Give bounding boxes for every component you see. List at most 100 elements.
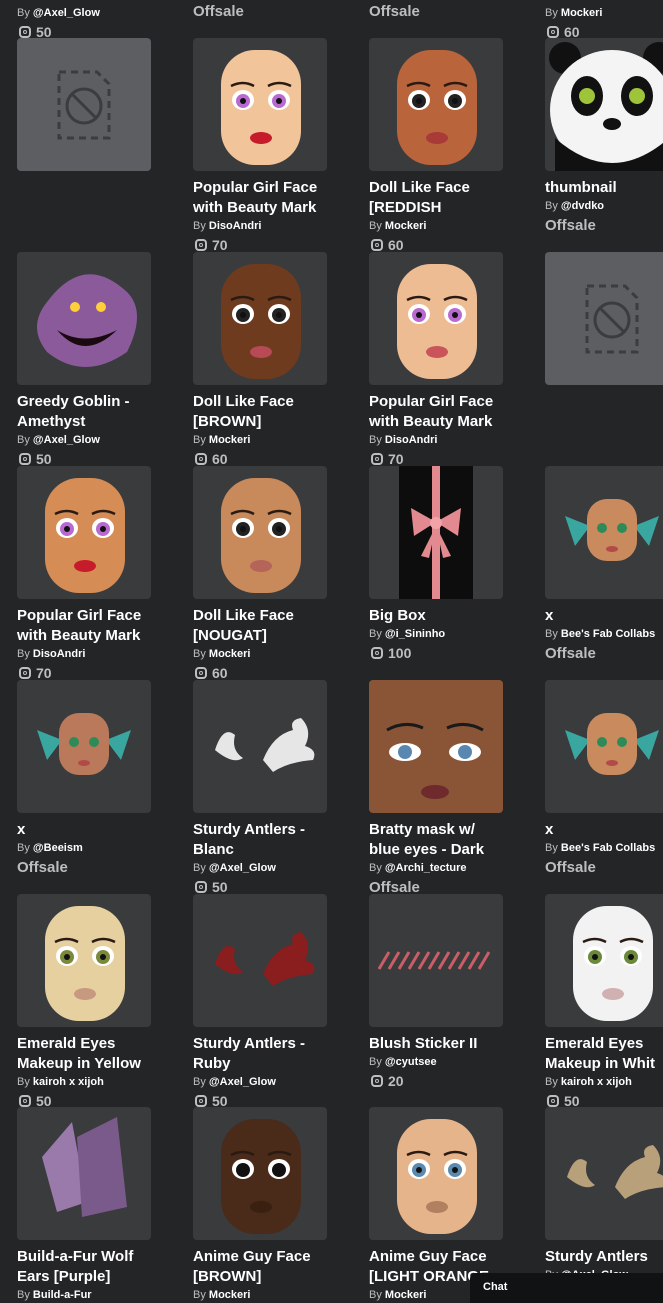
item-name[interactable]: x	[545, 606, 663, 626]
panda-icon	[549, 42, 663, 171]
creator-link[interactable]: @i_Sininho	[385, 628, 445, 640]
creator-link[interactable]: @Archi_tecture	[385, 862, 467, 874]
wolf-ears-icon	[42, 1117, 127, 1217]
creator-link[interactable]: Mockeri	[209, 648, 251, 660]
item-name[interactable]: Emerald Eyes Makeup in Whit	[545, 1034, 663, 1074]
chat-bar[interactable]: Chat	[470, 1273, 663, 1303]
item-name-line: with Beauty Mark	[369, 413, 493, 430]
creator-link[interactable]: @Axel_Glow	[209, 1076, 276, 1088]
item-name[interactable]: Anime Guy Face [BROWN]	[193, 1247, 333, 1287]
item-name-line: Sturdy Antlers -	[193, 1035, 305, 1052]
item-name[interactable]: x	[17, 820, 157, 840]
item-name[interactable]: x	[545, 820, 663, 840]
robux-icon	[19, 667, 31, 679]
item-creator: By Mockeri	[369, 1289, 427, 1301]
item-name[interactable]: Bratty mask w/blue eyes - Dark	[369, 820, 509, 860]
item-name[interactable]: Build-a-Fur Wolf Ears [Purple]	[17, 1247, 157, 1287]
creator-link[interactable]: DisoAndri	[385, 434, 438, 446]
item-thumbnail[interactable]	[545, 680, 663, 813]
creator-link[interactable]: @Beeism	[33, 842, 83, 854]
item-name[interactable]: Emerald Eyes Makeup in Yellow	[17, 1034, 157, 1074]
item-thumbnail[interactable]	[193, 38, 327, 171]
item-price: 60	[195, 665, 228, 681]
item-name[interactable]: Sturdy Antlers	[545, 1247, 663, 1267]
item-thumbnail[interactable]	[17, 894, 151, 1027]
item-thumbnail[interactable]	[369, 1107, 503, 1240]
item-creator: By Mockeri	[193, 1289, 251, 1301]
creator-link[interactable]: Build-a-Fur	[33, 1289, 92, 1301]
item-thumbnail[interactable]	[369, 680, 503, 813]
creator-link[interactable]: Bee's Fab Collabs	[561, 628, 655, 640]
item-thumbnail[interactable]	[369, 894, 503, 1027]
robux-icon	[19, 1095, 31, 1107]
creator-link[interactable]: Mockeri	[561, 7, 603, 19]
item-name-line: Anime Guy Face	[369, 1248, 487, 1265]
item-creator: By DisoAndri	[17, 648, 86, 660]
item-name[interactable]: Big Box	[369, 606, 509, 626]
item-creator: By Bee's Fab Collabs	[545, 628, 656, 640]
item-name[interactable]: thumbnail	[545, 178, 663, 198]
creator-link[interactable]: @dvdko	[561, 200, 604, 212]
item-thumbnail[interactable]	[545, 1107, 663, 1240]
item-thumbnail[interactable]	[17, 466, 151, 599]
item-thumbnail[interactable]	[193, 252, 327, 385]
item-name[interactable]: Blush Sticker II	[369, 1034, 509, 1054]
face-thumbnail-icon	[397, 50, 477, 165]
item-thumbnail[interactable]	[17, 38, 151, 171]
item-thumbnail[interactable]	[369, 252, 503, 385]
item-thumbnail[interactable]	[17, 680, 151, 813]
creator-link[interactable]: @Axel_Glow	[209, 862, 276, 874]
item-name[interactable]: Popular Girl Face with Beauty Mark	[193, 178, 333, 218]
item-thumbnail[interactable]	[193, 1107, 327, 1240]
creator-link[interactable]: kairoh x xijoh	[561, 1076, 632, 1088]
offsale-label: Offsale	[545, 859, 596, 876]
item-name-line: x	[545, 821, 554, 838]
item-name[interactable]: Greedy Goblin - Amethyst	[17, 392, 157, 432]
item-creator: By kairoh x xijoh	[545, 1076, 632, 1088]
item-thumbnail[interactable]	[193, 894, 327, 1027]
creator-link[interactable]: Bee's Fab Collabs	[561, 842, 655, 854]
creator-link[interactable]: Mockeri	[385, 220, 427, 232]
item-name-line: Makeup in Whit	[545, 1055, 655, 1072]
item-thumbnail[interactable]	[193, 680, 327, 813]
item-thumbnail[interactable]	[369, 466, 503, 599]
item-thumbnail[interactable]	[17, 252, 151, 385]
creator-link[interactable]: @Axel_Glow	[33, 434, 100, 446]
item-name-line: x	[17, 821, 26, 838]
item-creator: By @i_Sininho	[369, 628, 446, 640]
creator-link[interactable]: Mockeri	[385, 1289, 427, 1301]
item-name[interactable]: Popular Girl Face with Beauty Mark	[17, 606, 157, 646]
face-thumbnail-icon	[397, 1119, 477, 1234]
face-thumbnail-icon	[565, 713, 659, 775]
item-price: 50	[19, 451, 52, 467]
item-name[interactable]: Popular Girl Face with Beauty Mark	[369, 392, 509, 432]
item-name-line: Blush Sticker II	[369, 1035, 478, 1052]
item-thumbnail[interactable]	[369, 38, 503, 171]
creator-link[interactable]: DisoAndri	[33, 648, 86, 660]
item-price: 60	[371, 237, 404, 253]
item-name[interactable]: Sturdy Antlers - Ruby	[193, 1034, 333, 1074]
creator-link[interactable]: DisoAndri	[209, 220, 262, 232]
item-thumbnail[interactable]	[545, 466, 663, 599]
creator-link[interactable]: @cyutsee	[385, 1056, 437, 1068]
item-creator: By DisoAndri	[369, 434, 438, 446]
item-name-line: [BROWN]	[193, 1268, 262, 1285]
item-name[interactable]: Doll Like Face [REDDISH	[369, 178, 509, 218]
item-thumbnail[interactable]	[17, 1107, 151, 1240]
item-thumbnail[interactable]	[545, 894, 663, 1027]
creator-link[interactable]: @Axel_Glow	[33, 7, 100, 19]
item-name[interactable]: Doll Like Face [BROWN]	[193, 392, 333, 432]
robux-icon	[371, 453, 383, 465]
item-creator: By Mockeri	[193, 648, 251, 660]
item-thumbnail[interactable]	[545, 252, 663, 385]
item-name-line: with Beauty Mark	[193, 199, 317, 216]
creator-link[interactable]: kairoh x xijoh	[33, 1076, 104, 1088]
item-thumbnail[interactable]	[545, 38, 663, 171]
item-name-line: Ruby	[193, 1055, 231, 1072]
creator-link[interactable]: Mockeri	[209, 1289, 251, 1301]
item-name[interactable]: Doll Like Face [NOUGAT]	[193, 606, 333, 646]
item-thumbnail[interactable]	[193, 466, 327, 599]
face-thumbnail-icon	[37, 713, 131, 775]
item-name[interactable]: Sturdy Antlers - Blanc	[193, 820, 333, 860]
creator-link[interactable]: Mockeri	[209, 434, 251, 446]
